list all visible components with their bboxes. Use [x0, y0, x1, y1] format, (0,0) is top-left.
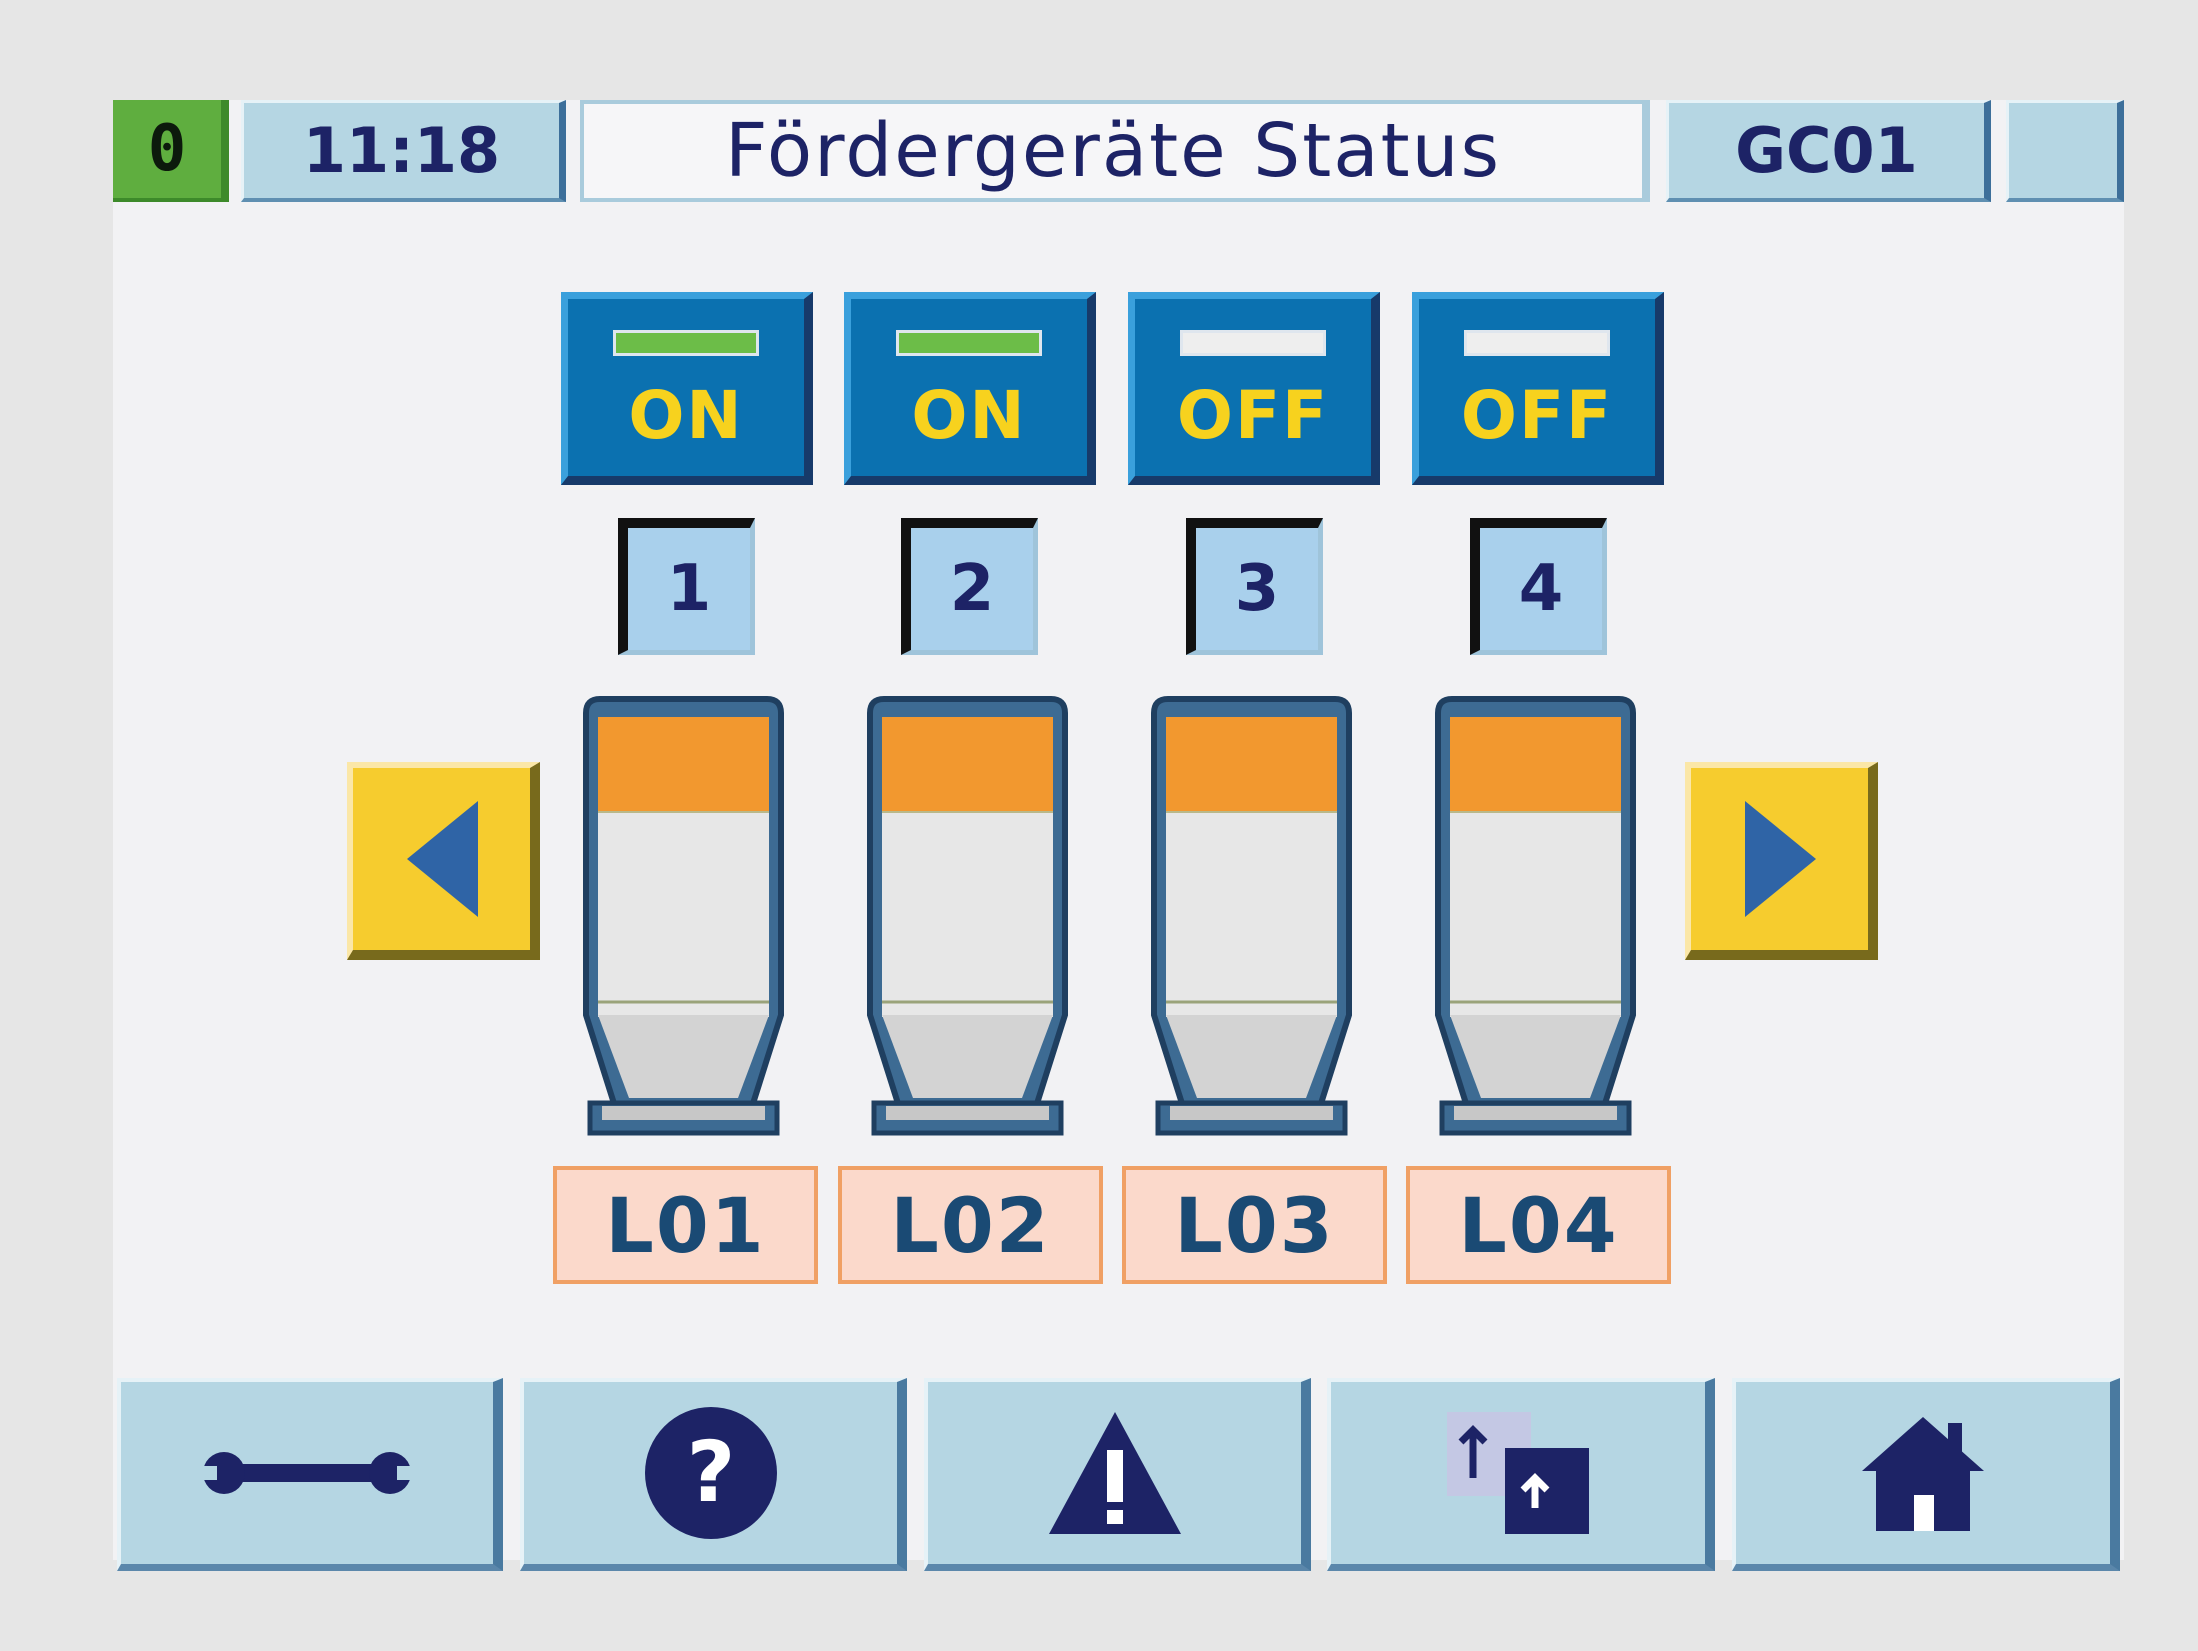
loader-2-switch-button[interactable]: ON	[844, 292, 1096, 485]
status-led	[896, 330, 1042, 356]
wrench-icon	[202, 1452, 412, 1494]
arrow-right-icon	[1745, 801, 1816, 917]
switch-label: OFF	[1460, 377, 1614, 454]
page-title: Fördergeräte Status	[580, 100, 1650, 202]
switch-label: ON	[628, 377, 744, 454]
clock-display: 11:18	[241, 100, 566, 202]
switch-label: OFF	[1176, 377, 1330, 454]
loader-2-name: L02	[838, 1166, 1103, 1284]
switch-screen-icon	[1447, 1412, 1589, 1534]
loader-3-hopper-icon[interactable]	[1140, 693, 1363, 1140]
status-led	[1464, 330, 1610, 356]
header-blank-cell	[2006, 100, 2124, 202]
loader-4-hopper-icon[interactable]	[1424, 693, 1647, 1140]
status-counter: 0	[113, 100, 229, 202]
svg-text:?: ?	[686, 1423, 735, 1521]
arrow-left-icon	[407, 801, 478, 917]
loader-4-name: L04	[1406, 1166, 1671, 1284]
warning-icon	[1048, 1412, 1181, 1534]
loader-2-hopper-icon[interactable]	[856, 693, 1079, 1140]
status-led	[1180, 330, 1326, 356]
loader-3-switch-button[interactable]: OFF	[1128, 292, 1380, 485]
loader-1-name: L01	[553, 1166, 818, 1284]
station-id: GC01	[1666, 100, 1991, 202]
loader-2-number: 2	[901, 518, 1038, 655]
home-icon	[1862, 1417, 1984, 1531]
home-button[interactable]	[1732, 1378, 2120, 1571]
status-led	[613, 330, 759, 356]
loader-4-switch-button[interactable]: OFF	[1412, 292, 1664, 485]
settings-button[interactable]	[117, 1378, 503, 1571]
loader-3-number: 3	[1186, 518, 1323, 655]
next-page-button[interactable]	[1685, 762, 1878, 960]
help-icon: ?	[644, 1407, 777, 1539]
loader-4-number: 4	[1470, 518, 1607, 655]
loader-1-switch-button[interactable]: ON	[561, 292, 813, 485]
switch-label: ON	[911, 377, 1027, 454]
switch-screen-button[interactable]	[1327, 1378, 1715, 1571]
help-button[interactable]: ?	[520, 1378, 907, 1571]
loader-1-hopper-icon[interactable]	[572, 693, 795, 1140]
loader-1-number: 1	[618, 518, 755, 655]
alarm-button[interactable]	[924, 1378, 1311, 1571]
previous-page-button[interactable]	[347, 762, 540, 960]
loader-3-name: L03	[1122, 1166, 1387, 1284]
